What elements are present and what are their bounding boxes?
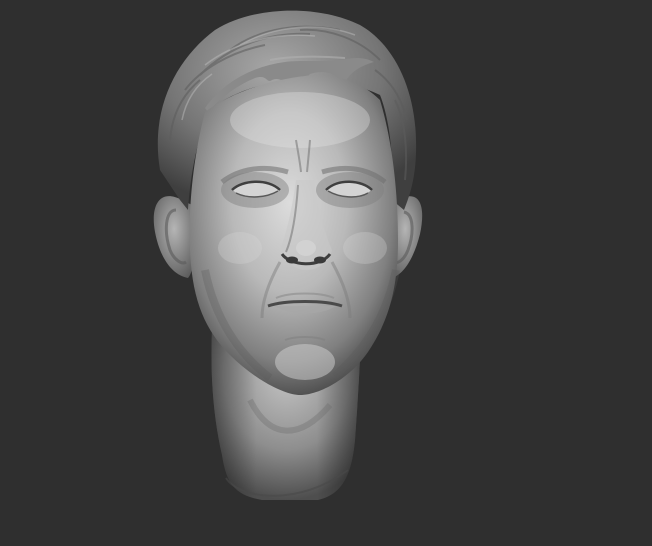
head-sculpt-render — [153, 10, 423, 500]
render-viewport[interactable] — [0, 0, 652, 546]
left-ear — [153, 196, 195, 278]
